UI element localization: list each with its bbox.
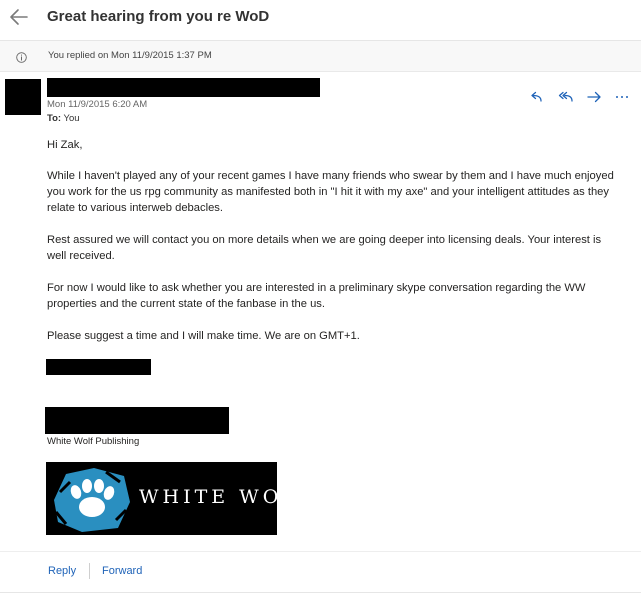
greeting: Hi Zak, (47, 139, 83, 151)
white-wolf-logo: WHITE WOLF (46, 462, 277, 535)
footer-divider (0, 551, 641, 552)
body-paragraph: While I haven't played any of your recen… (47, 170, 614, 214)
forward-button[interactable]: Forward (102, 565, 142, 577)
signature-title-redacted (45, 407, 229, 434)
more-icon[interactable] (614, 89, 632, 107)
sent-date: Mon 11/9/2015 6:20 AM (47, 99, 148, 110)
to-label: To: (47, 113, 62, 124)
avatar (5, 79, 41, 115)
footer-separator (89, 563, 90, 579)
bottom-border (0, 592, 641, 593)
message-header: Great hearing from you re WoD (0, 0, 641, 41)
back-arrow-icon[interactable] (8, 6, 30, 28)
replied-info-bar: You replied on Mon 11/9/2015 1:37 PM (0, 41, 641, 72)
reply-button[interactable]: Reply (48, 565, 76, 577)
reply-all-icon[interactable] (557, 89, 575, 107)
signature-name-redacted (46, 359, 151, 375)
sender-name-redacted (47, 78, 320, 97)
signature-company: White Wolf Publishing (47, 436, 140, 447)
body-paragraph: Rest assured we will contact you on more… (47, 234, 602, 262)
reply-icon[interactable] (528, 89, 546, 107)
body-paragraph: Please suggest a time and I will make ti… (47, 330, 360, 342)
email-subject: Great hearing from you re WoD (47, 8, 270, 25)
body-paragraph: For now I would like to ask whether you … (47, 282, 586, 310)
info-icon (16, 50, 27, 63)
forward-icon[interactable] (586, 89, 604, 107)
recipient-line: To: You (47, 113, 80, 124)
replied-status-text: You replied on Mon 11/9/2015 1:37 PM (48, 50, 212, 61)
logo-text: WHITE WOLF (139, 486, 277, 508)
to-value: You (63, 113, 80, 124)
